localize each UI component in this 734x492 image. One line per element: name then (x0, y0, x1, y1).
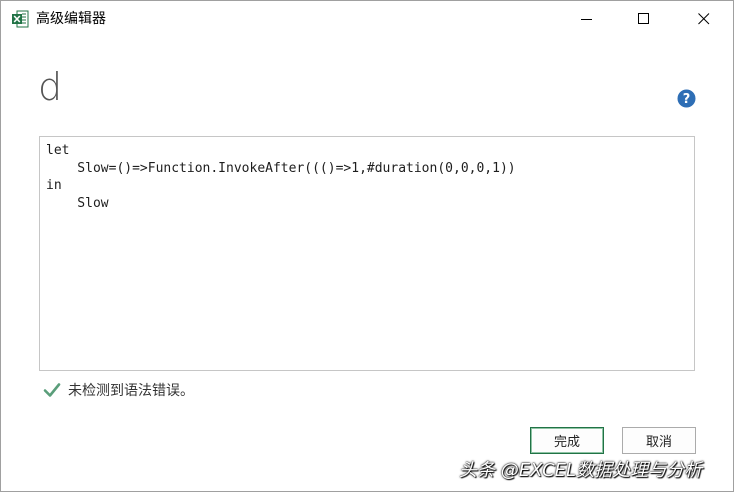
window-title: 高级编辑器 (36, 11, 106, 27)
query-name: d (38, 65, 63, 109)
syntax-status: 未检测到语法错误。 (43, 380, 194, 400)
check-icon (43, 383, 61, 397)
code-line: Slow (46, 195, 109, 211)
excel-icon (12, 10, 29, 28)
maximize-icon (638, 13, 649, 24)
help-icon[interactable]: ? (677, 89, 696, 108)
done-button[interactable]: 完成 (530, 427, 604, 454)
code-line: Slow=()=>Function.InvokeAfter((()=>1,#du… (46, 160, 516, 176)
maximize-button[interactable] (621, 1, 667, 37)
minimize-button[interactable] (564, 1, 610, 37)
close-button[interactable] (681, 1, 727, 37)
minimize-icon (581, 19, 592, 20)
status-text: 未检测到语法错误。 (68, 383, 194, 399)
watermark: 头条 @EXCEL数据处理与分析 (459, 460, 703, 481)
code-editor[interactable]: let Slow=()=>Function.InvokeAfter((()=>1… (39, 136, 695, 371)
svg-text:?: ? (683, 92, 691, 107)
cancel-button[interactable]: 取消 (622, 427, 696, 454)
code-line: in (46, 178, 62, 193)
code-line: let (46, 143, 70, 158)
title-bar: 高级编辑器 (1, 1, 733, 37)
close-icon (698, 13, 710, 25)
advanced-editor-window: 高级编辑器 d ? let Slow=()=>Function.InvokeAf… (0, 0, 734, 492)
